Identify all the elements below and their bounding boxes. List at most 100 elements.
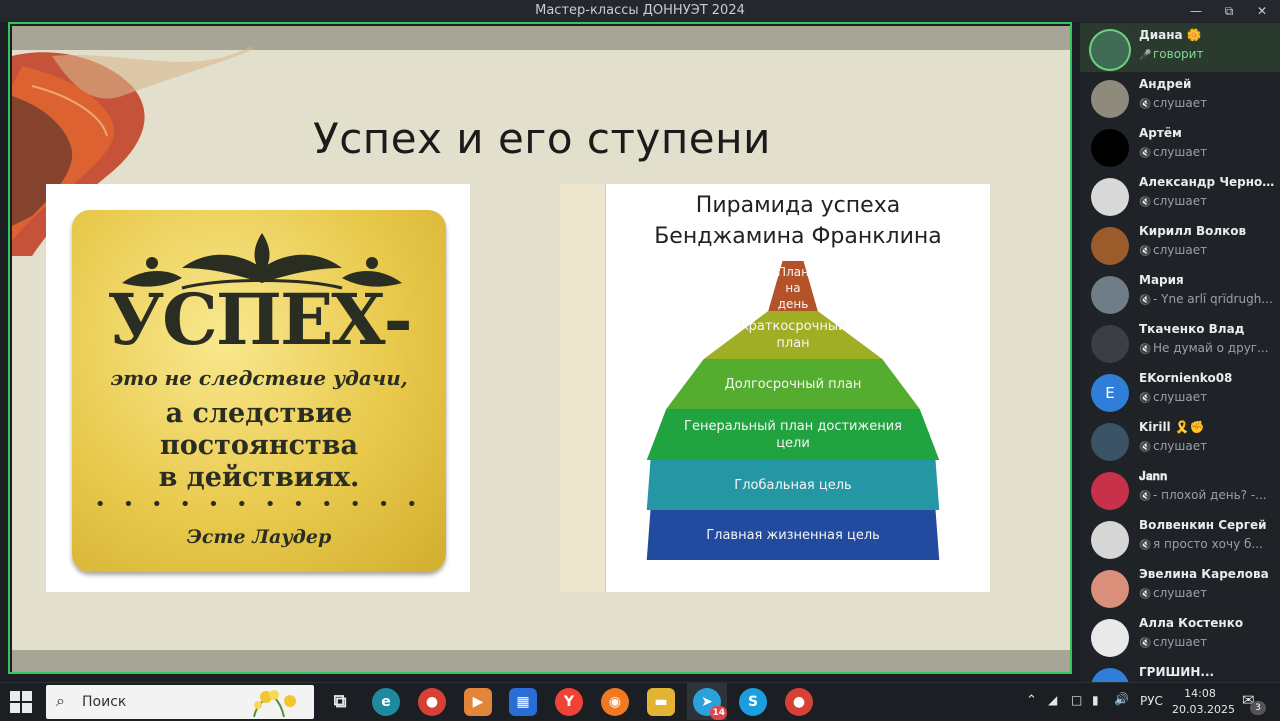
gold-plaque: УСПЕХ- это не следствие удачи, а следств…: [72, 210, 446, 572]
mic-muted-icon: 🔇: [1139, 589, 1152, 600]
mic-muted-icon: 🔇: [1139, 295, 1152, 306]
participant-status-text: слушает: [1153, 635, 1208, 649]
participant-status-text: - плохой день? -...: [1153, 488, 1267, 502]
pyramid-level-label-2: Краткосрочный план: [739, 319, 847, 351]
success-quote-image: УСПЕХ- это не следствие удачи, а следств…: [46, 184, 470, 592]
participant-name: ГРИШИН...: [1139, 665, 1215, 679]
file-explorer-icon[interactable]: ▬: [647, 688, 675, 716]
participants-sidebar: Диана 🌼 🎤 говорит Андрей 🔇 слушает Артём 🔇 слуша…: [1080, 22, 1280, 682]
media-player-icon-glyph: ▶: [472, 694, 484, 710]
participant-row[interactable]: Кирилл Волков 🔇 слушает: [1080, 219, 1280, 268]
firefox-icon[interactable]: ◉: [601, 688, 629, 716]
avatar: [1091, 521, 1129, 559]
participant-status: 🔇 Не думай о друг...: [1139, 341, 1275, 355]
participant-name: Волвенкин Сергей: [1139, 518, 1267, 532]
quote-line-1: это не следствие удачи,: [110, 366, 408, 390]
participant-name: Александр Черно...: [1139, 175, 1275, 189]
avatar: E: [1091, 374, 1129, 412]
store-icon[interactable]: ▦: [509, 688, 537, 716]
participant-row[interactable]: ГРИШИН...🔇: [1080, 660, 1280, 682]
participant-name: Алла Костенко: [1139, 616, 1244, 630]
chrome-icon[interactable]: ●: [418, 688, 446, 716]
participant-status-text: слушает: [1153, 194, 1208, 208]
mic-muted-icon: 🔇: [1139, 148, 1152, 159]
clock-date: 20.03.2025: [1172, 703, 1235, 716]
pyramid-level-label-1: План на день: [777, 265, 809, 311]
participant-status-text: слушает: [1153, 586, 1208, 600]
participant-status-text: слушает: [1153, 439, 1208, 453]
participant-row[interactable]: Kirill 🎗️✊ 🔇 слушает: [1080, 415, 1280, 464]
pyramid-level-label-3: Долгосрочный план: [724, 376, 862, 392]
participant-row[interactable]: Артём 🔇 слушает: [1080, 121, 1280, 170]
mic-muted-icon: 🔇: [1139, 344, 1152, 355]
mic-muted-icon: 🔇: [1139, 246, 1152, 257]
participant-row[interactable]: Ткаченко Влад 🔇 Не думай о друг...: [1080, 317, 1280, 366]
skype-icon-glyph: S: [747, 694, 759, 710]
pyramid-level-label-4: Генеральный план достижения цели: [684, 418, 902, 451]
store-icon-glyph: ▦: [516, 694, 530, 710]
windows-start-icon[interactable]: [10, 691, 32, 713]
participant-row[interactable]: Александр Черно... 🔇 слушает: [1080, 170, 1280, 219]
participant-row[interactable]: Алла Костенко 🔇 слушает: [1080, 611, 1280, 660]
notification-count: 3: [1250, 701, 1266, 715]
mic-muted-icon: 🔇: [1139, 540, 1152, 551]
participant-name: Диана 🌼: [1139, 28, 1202, 42]
avatar: [1091, 423, 1129, 461]
participant-status: 🔇 слушает: [1139, 194, 1275, 208]
telegram-icon[interactable]: ➤ 14: [693, 688, 727, 720]
chrome-profile-icon[interactable]: ●: [785, 688, 813, 716]
minimize-icon[interactable]: —: [1182, 2, 1210, 20]
avatar: [1091, 31, 1129, 69]
participant-status: 🔇 слушает: [1139, 390, 1275, 404]
avatar: [1091, 178, 1129, 216]
participant-row[interactable]: Диана 🌼 🎤 говорит: [1080, 23, 1280, 72]
pyramid-level-label-5: Глобальная цель: [734, 477, 852, 493]
avatar: [1091, 227, 1129, 265]
participant-status: 🎤 говорит: [1139, 47, 1275, 61]
notification-center-icon[interactable]: ✉ 3: [1240, 683, 1266, 721]
participant-status: 🔇 я просто хочу б...: [1139, 537, 1275, 551]
search-highlight-flowers-icon: [253, 690, 296, 717]
participant-status-text: слушает: [1153, 390, 1208, 404]
chrome-icon-glyph: ●: [425, 694, 439, 710]
edge-icon[interactable]: e: [372, 688, 400, 716]
avatar: [1091, 570, 1129, 608]
avatar: [1091, 129, 1129, 167]
screen-share-stage[interactable]: Успех и его ступени УСПЕХ- это не следст…: [8, 22, 1072, 674]
quote-headline: УСПЕХ-: [107, 278, 412, 361]
search-placeholder: Поиск: [82, 694, 127, 710]
participant-status-text: я просто хочу б...: [1153, 537, 1263, 551]
slide-title: Успех и его ступени: [313, 114, 771, 163]
participant-name: Ткаченко Влад: [1139, 322, 1245, 336]
clock[interactable]: 14:08 20.03.2025: [1172, 686, 1235, 718]
avatar: [1091, 472, 1129, 510]
participant-status-text: слушает: [1153, 96, 1208, 110]
file-explorer-icon-glyph: ▬: [654, 694, 668, 710]
participant-row[interactable]: E EKornienko08 🔇 слушает: [1080, 366, 1280, 415]
mic-muted-icon: 🔇: [1139, 442, 1152, 453]
quote-dots: • • • • • • • • • • • •: [94, 494, 424, 515]
taskbar: ⌕ Поиск ⧉ e ● ▶ ▦ Y ◉ ▬ ➤ 14 S ● ⌃ ◢ □ ▮ 🔊 РУС 14:0…: [0, 682, 1280, 720]
participant-row[interactable]: Андрей 🔇 слушает: [1080, 72, 1280, 121]
restore-icon[interactable]: ⧉: [1215, 2, 1243, 20]
presentation-slide: Успех и его ступени УСПЕХ- это не следст…: [12, 26, 1070, 672]
yandex-browser-icon[interactable]: Y: [555, 688, 583, 716]
avatar: [1091, 276, 1129, 314]
avatar: [1091, 80, 1129, 118]
participant-row[interactable]: 𝐉𝐚𝐧𝐧 🔇 - плохой день? -...: [1080, 464, 1280, 513]
participant-row[interactable]: Эвелина Карелова 🔇 слушает: [1080, 562, 1280, 611]
task-view-icon[interactable]: ⧉: [326, 688, 354, 716]
success-pyramid-image: Пирамида успеха Бенджамина Франклина Пла…: [560, 184, 990, 592]
participant-name: 𝐉𝐚𝐧𝐧: [1139, 469, 1168, 483]
task-view-icon-glyph: ⧉: [333, 691, 347, 712]
skype-icon[interactable]: S: [739, 688, 767, 716]
participant-row[interactable]: Волвенкин Сергей 🔇 я просто хочу б...: [1080, 513, 1280, 562]
mic-on-icon: 🎤: [1139, 50, 1152, 61]
taskbar-search-box[interactable]: ⌕ Поиск: [46, 685, 314, 719]
chrome-profile-icon-glyph: ●: [792, 694, 806, 710]
media-player-icon[interactable]: ▶: [464, 688, 492, 716]
participant-row[interactable]: Мария 🔇 - Yne arlī qrïdrugh...: [1080, 268, 1280, 317]
app-window: Мастер-классы ДОННУЭТ 2024 — ⧉ ✕ Успех и…: [0, 0, 1280, 720]
avatar: [1091, 619, 1129, 657]
close-icon[interactable]: ✕: [1248, 2, 1276, 20]
